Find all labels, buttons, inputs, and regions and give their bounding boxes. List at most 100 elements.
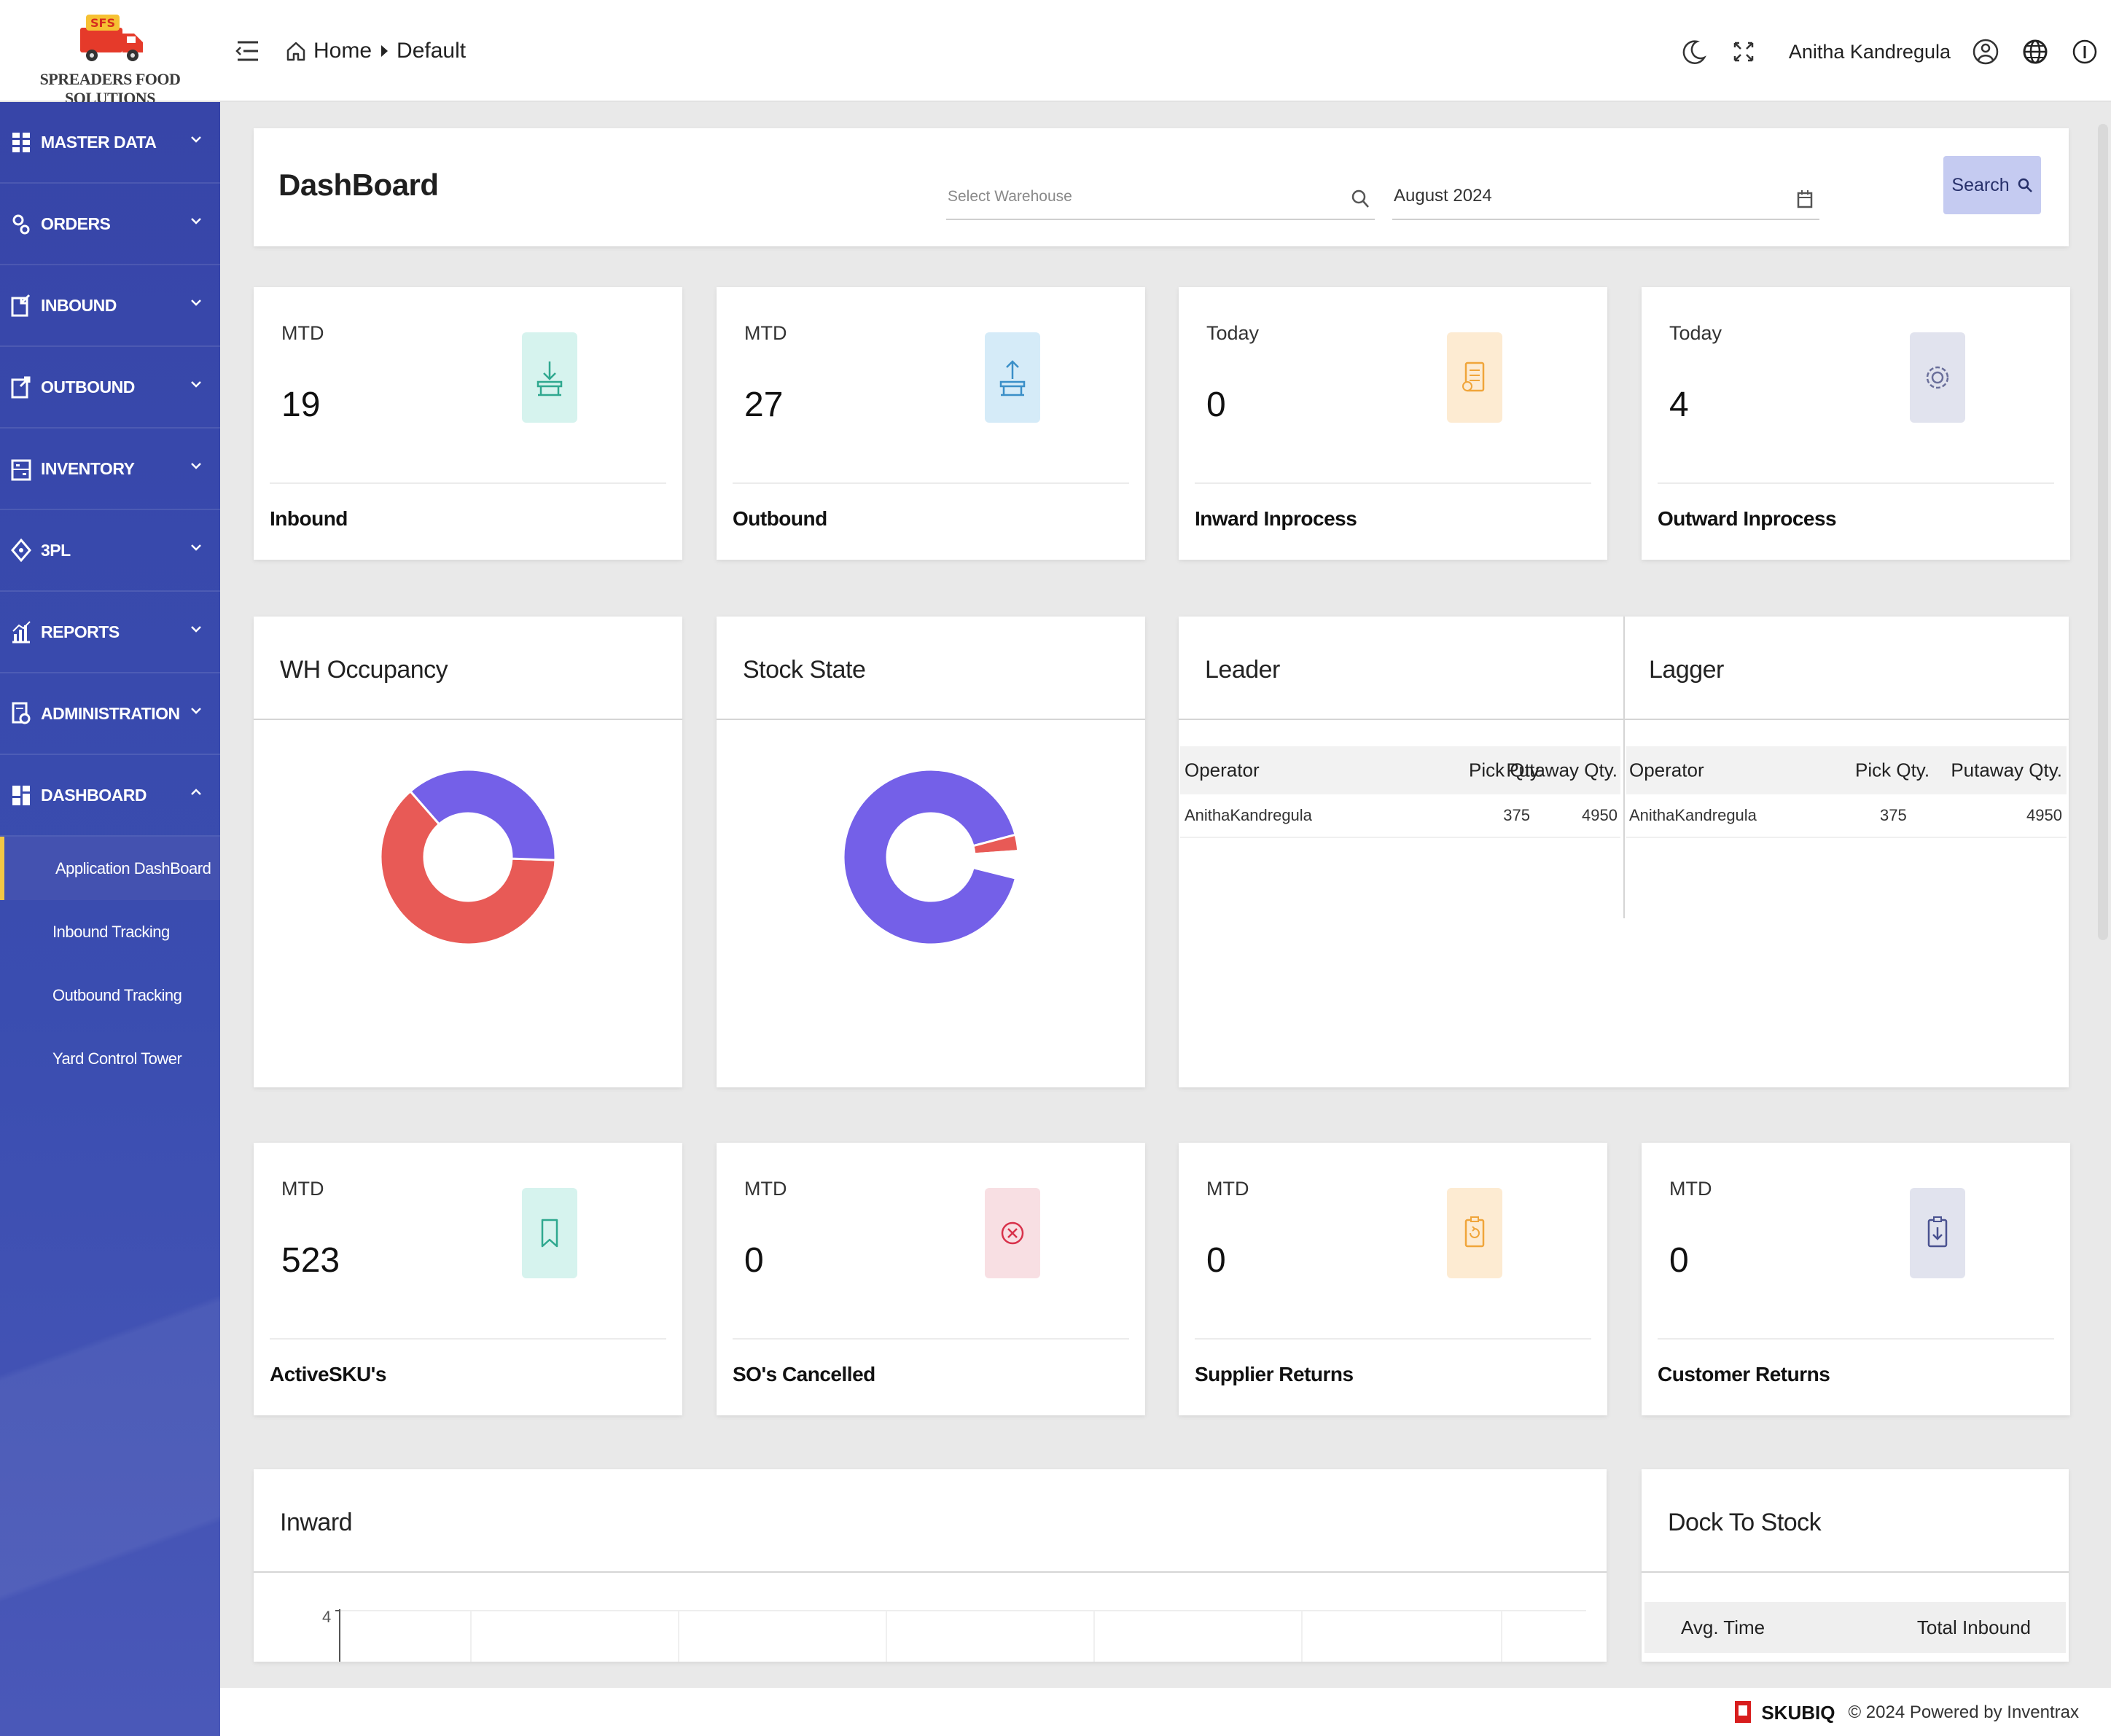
calendar-icon[interactable] bbox=[1795, 188, 1815, 210]
sidebar-item-outbound[interactable]: OUTBOUND bbox=[0, 347, 220, 429]
search-button[interactable]: Search bbox=[1943, 156, 2041, 214]
sidebar-item-label: INVENTORY bbox=[41, 458, 135, 478]
user-circle-icon[interactable] bbox=[1971, 37, 2000, 66]
leader-title: Leader bbox=[1205, 656, 1280, 684]
truck-load-icon bbox=[999, 360, 1026, 396]
search-icon[interactable] bbox=[1350, 188, 1370, 210]
sidebar-item-administration[interactable]: ADMINISTRATION bbox=[0, 673, 220, 755]
caret-right-icon bbox=[381, 45, 389, 57]
stat-period: Today bbox=[1669, 322, 1722, 344]
divider bbox=[1658, 1338, 2054, 1340]
col-total-inbound: Total Inbound bbox=[1916, 1616, 2031, 1638]
bar-chart-icon bbox=[12, 621, 31, 644]
chart-title: Dock To Stock bbox=[1668, 1509, 1822, 1536]
search-icon bbox=[2018, 178, 2032, 192]
top-right-tools: Anitha Kandregula bbox=[1679, 32, 2099, 71]
chevron-down-icon bbox=[191, 381, 201, 388]
warehouse-input[interactable] bbox=[946, 173, 1375, 219]
chevron-up-icon bbox=[191, 789, 201, 795]
info-icon[interactable] bbox=[2070, 37, 2099, 66]
sidebar-item-reports[interactable]: REPORTS bbox=[0, 592, 220, 673]
sidebar-item-inbound[interactable]: INBOUND bbox=[0, 265, 220, 347]
stat-card-inbound[interactable]: MTD 19 Inbound bbox=[254, 287, 682, 560]
stat-badge bbox=[1910, 1188, 1965, 1278]
sidebar-sub-item-application-dashboard[interactable]: Application DashBoard bbox=[0, 837, 220, 900]
divider bbox=[270, 482, 666, 484]
stat-value: 0 bbox=[1206, 1241, 1226, 1280]
stat-card-so-cancelled[interactable]: MTD 0 SO's Cancelled bbox=[717, 1143, 1145, 1415]
dock-to-stock-card: Dock To Stock Avg. Time Total Inbound bbox=[1642, 1469, 2069, 1662]
donut-slice[interactable] bbox=[408, 768, 557, 861]
page-scrollbar[interactable] bbox=[2098, 124, 2108, 940]
stat-card-outward-inprocess[interactable]: Today 4 Outward Inprocess bbox=[1642, 287, 2070, 560]
sidebar-item-master-data[interactable]: MASTER DATA bbox=[0, 102, 220, 184]
stat-badge bbox=[522, 1188, 577, 1278]
menu-toggle-icon[interactable] bbox=[235, 36, 261, 66]
stat-period: MTD bbox=[281, 1178, 324, 1200]
chart-title: WH Occupancy bbox=[280, 656, 448, 684]
sidebar-sub-item-outbound-tracking[interactable]: Outbound Tracking bbox=[0, 963, 220, 1027]
gears-icon bbox=[12, 214, 30, 235]
stat-label: ActiveSKU's bbox=[270, 1363, 386, 1385]
globe-icon[interactable] bbox=[2021, 37, 2050, 66]
cell-operator: AnithaKandregula bbox=[1629, 806, 1757, 824]
inventory-icon bbox=[11, 459, 31, 481]
month-picker-field bbox=[1392, 173, 1819, 220]
sidebar-item-inventory[interactable]: INVENTORY bbox=[0, 429, 220, 510]
stat-badge bbox=[985, 1188, 1040, 1278]
sidebar-sub-item-yard-control-tower[interactable]: Yard Control Tower bbox=[0, 1027, 220, 1090]
skubiq-logo-icon bbox=[1735, 1701, 1752, 1723]
footer-brand: SKUBIQ bbox=[1761, 1701, 1835, 1724]
stat-label: SO's Cancelled bbox=[733, 1363, 875, 1385]
stat-period: MTD bbox=[744, 322, 787, 344]
fullscreen-icon[interactable] bbox=[1729, 37, 1758, 66]
stat-period: MTD bbox=[744, 1178, 787, 1200]
cell-putaway-qty: 4950 bbox=[1582, 806, 1618, 824]
sidebar-sub-item-inbound-tracking[interactable]: Inbound Tracking bbox=[0, 900, 220, 963]
stat-badge bbox=[985, 332, 1040, 423]
cell-operator: AnithaKandregula bbox=[1185, 806, 1312, 824]
divider bbox=[254, 1571, 1607, 1573]
sidebar: MASTER DATA ORDERS INBOUND OUTBOUND INVE… bbox=[0, 102, 220, 1736]
sidebar-item-dashboard[interactable]: DASHBOARD bbox=[0, 755, 220, 837]
brand-logo[interactable]: SFS SPREADERS FOOD SOLUTIONS bbox=[0, 0, 220, 107]
top-bar: SFS SPREADERS FOOD SOLUTIONS Home Defaul… bbox=[0, 0, 2111, 107]
page-title: DashBoard bbox=[278, 168, 439, 202]
stock-state-card: Stock State bbox=[717, 617, 1145, 1087]
col-operator: Operator bbox=[1629, 759, 1704, 781]
column-divider bbox=[1623, 617, 1625, 918]
chevron-down-icon bbox=[191, 136, 201, 143]
stat-card-customer-returns[interactable]: MTD 0 Customer Returns bbox=[1642, 1143, 2070, 1415]
col-putaway-qty: Putaway Qty. bbox=[1506, 759, 1618, 781]
table-row[interactable]: AnithaKandregula 375 4950 bbox=[1180, 794, 1620, 838]
divider bbox=[254, 719, 682, 720]
moon-icon[interactable] bbox=[1679, 37, 1709, 66]
home-icon[interactable] bbox=[286, 40, 306, 62]
stat-value: 4 bbox=[1669, 386, 1689, 424]
user-name[interactable]: Anitha Kandregula bbox=[1789, 41, 1951, 63]
stat-value: 19 bbox=[281, 386, 321, 424]
month-input[interactable] bbox=[1392, 173, 1819, 219]
divider bbox=[733, 482, 1129, 484]
stat-label: Customer Returns bbox=[1658, 1363, 1830, 1385]
footer: SKUBIQ © 2024 Powered by Inventrax bbox=[220, 1688, 2111, 1736]
wh-occupancy-card: WH Occupancy bbox=[254, 617, 682, 1087]
cell-pick-qty: 375 bbox=[1503, 806, 1530, 824]
table-header: Operator Pick Qty. Putaway Qty. bbox=[1626, 746, 2067, 794]
stat-card-outbound[interactable]: MTD 27 Outbound bbox=[717, 287, 1145, 560]
stat-card-supplier-returns[interactable]: MTD 0 Supplier Returns bbox=[1179, 1143, 1607, 1415]
diamond-icon bbox=[11, 538, 31, 563]
breadcrumb-home[interactable]: Home bbox=[313, 39, 372, 63]
sidebar-item-3pl[interactable]: 3PL bbox=[0, 510, 220, 592]
wh-occupancy-donut[interactable] bbox=[366, 755, 570, 959]
divider bbox=[270, 1338, 666, 1340]
table-header: Avg. Time Total Inbound bbox=[1644, 1602, 2066, 1653]
sidebar-item-orders[interactable]: ORDERS bbox=[0, 184, 220, 265]
stat-card-inward-inprocess[interactable]: Today 0 Inward Inprocess bbox=[1179, 287, 1607, 560]
leader-table: Operator Pick Qty. Putaway Qty. AnithaKa… bbox=[1180, 746, 1620, 838]
stock-state-donut[interactable] bbox=[829, 755, 1033, 959]
stat-card-active-skus[interactable]: MTD 523 ActiveSKU's bbox=[254, 1143, 682, 1415]
breadcrumb-current[interactable]: Default bbox=[397, 39, 466, 63]
table-row[interactable]: AnithaKandregula 375 4950 bbox=[1626, 794, 2067, 838]
stat-period: MTD bbox=[1669, 1178, 1712, 1200]
